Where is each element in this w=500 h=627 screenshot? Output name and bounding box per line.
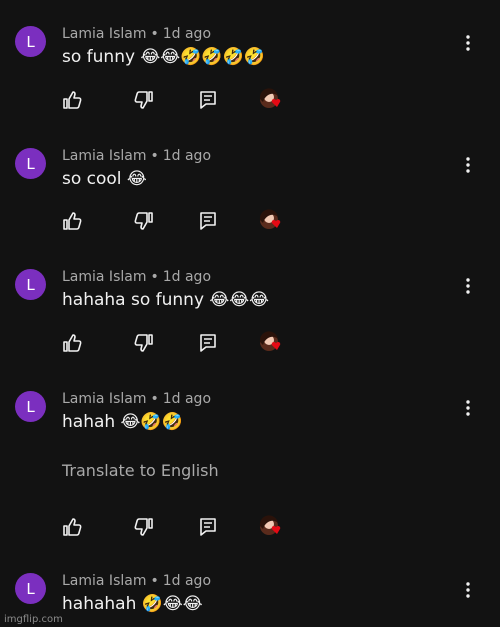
comment-actions xyxy=(0,208,500,234)
meta-separator: • xyxy=(150,391,159,407)
author-name[interactable]: Lamia Islam xyxy=(62,148,146,164)
comment-time: 1d ago xyxy=(162,573,212,589)
creator-heart-icon xyxy=(258,208,284,234)
thumbs-up-icon[interactable] xyxy=(59,330,85,356)
reply-icon[interactable] xyxy=(195,208,221,234)
thumbs-up-icon[interactable] xyxy=(59,87,85,113)
reply-icon[interactable] xyxy=(195,87,221,113)
meta-separator: • xyxy=(150,573,159,589)
avatar[interactable]: L xyxy=(15,573,46,604)
comment-time: 1d ago xyxy=(162,269,212,285)
thumbs-down-icon[interactable] xyxy=(131,514,157,540)
creator-heart-icon xyxy=(258,330,284,356)
comment-item: L Lamia Islam • 1d ago hahah 😂🤣🤣 Translate… xyxy=(0,379,500,509)
comment-meta: Lamia Islam • 1d ago xyxy=(62,391,211,407)
comment-meta: Lamia Islam • 1d ago xyxy=(62,148,211,164)
comment-actions xyxy=(0,330,500,356)
author-name[interactable]: Lamia Islam xyxy=(62,573,146,589)
thumbs-up-icon[interactable] xyxy=(59,208,85,234)
avatar[interactable]: L xyxy=(15,391,46,422)
watermark: imgflip.com xyxy=(4,614,63,625)
comment-actions xyxy=(0,514,500,540)
comment-text: hahah 😂🤣🤣 xyxy=(62,412,183,432)
comment-meta: Lamia Islam • 1d ago xyxy=(62,573,211,589)
author-name[interactable]: Lamia Islam xyxy=(62,26,146,42)
comment-time: 1d ago xyxy=(162,148,212,164)
comment-text: so funny 😂😂🤣🤣🤣🤣 xyxy=(62,47,265,67)
thumbs-down-icon[interactable] xyxy=(131,87,157,113)
thumbs-down-icon[interactable] xyxy=(131,208,157,234)
reply-icon[interactable] xyxy=(195,514,221,540)
avatar[interactable]: L xyxy=(15,148,46,179)
more-vertical-icon[interactable] xyxy=(462,398,474,418)
comment-actions xyxy=(0,87,500,113)
thumbs-up-icon[interactable] xyxy=(59,514,85,540)
thumbs-down-icon[interactable] xyxy=(131,330,157,356)
more-vertical-icon[interactable] xyxy=(462,155,474,175)
comment-time: 1d ago xyxy=(162,26,212,42)
comment-meta: Lamia Islam • 1d ago xyxy=(62,26,211,42)
more-vertical-icon[interactable] xyxy=(462,580,474,600)
comment-text: hahahah 🤣😂😂 xyxy=(62,594,203,614)
more-vertical-icon[interactable] xyxy=(462,276,474,296)
comment-item: L Lamia Islam • 1d ago hahahah 🤣😂😂 xyxy=(0,561,500,627)
comment-time: 1d ago xyxy=(162,391,212,407)
meta-separator: • xyxy=(150,26,159,42)
avatar[interactable]: L xyxy=(15,26,46,57)
reply-icon[interactable] xyxy=(195,330,221,356)
meta-separator: • xyxy=(150,269,159,285)
author-name[interactable]: Lamia Islam xyxy=(62,391,146,407)
meta-separator: • xyxy=(150,148,159,164)
author-name[interactable]: Lamia Islam xyxy=(62,269,146,285)
comment-meta: Lamia Islam • 1d ago xyxy=(62,269,211,285)
avatar[interactable]: L xyxy=(15,269,46,300)
translate-link[interactable]: Translate to English xyxy=(62,461,219,480)
creator-heart-icon xyxy=(258,87,284,113)
comment-text: so cool 😂 xyxy=(62,169,147,189)
more-vertical-icon[interactable] xyxy=(462,33,474,53)
creator-heart-icon xyxy=(258,514,284,540)
comment-text: hahaha so funny 😂😂😂 xyxy=(62,290,270,310)
